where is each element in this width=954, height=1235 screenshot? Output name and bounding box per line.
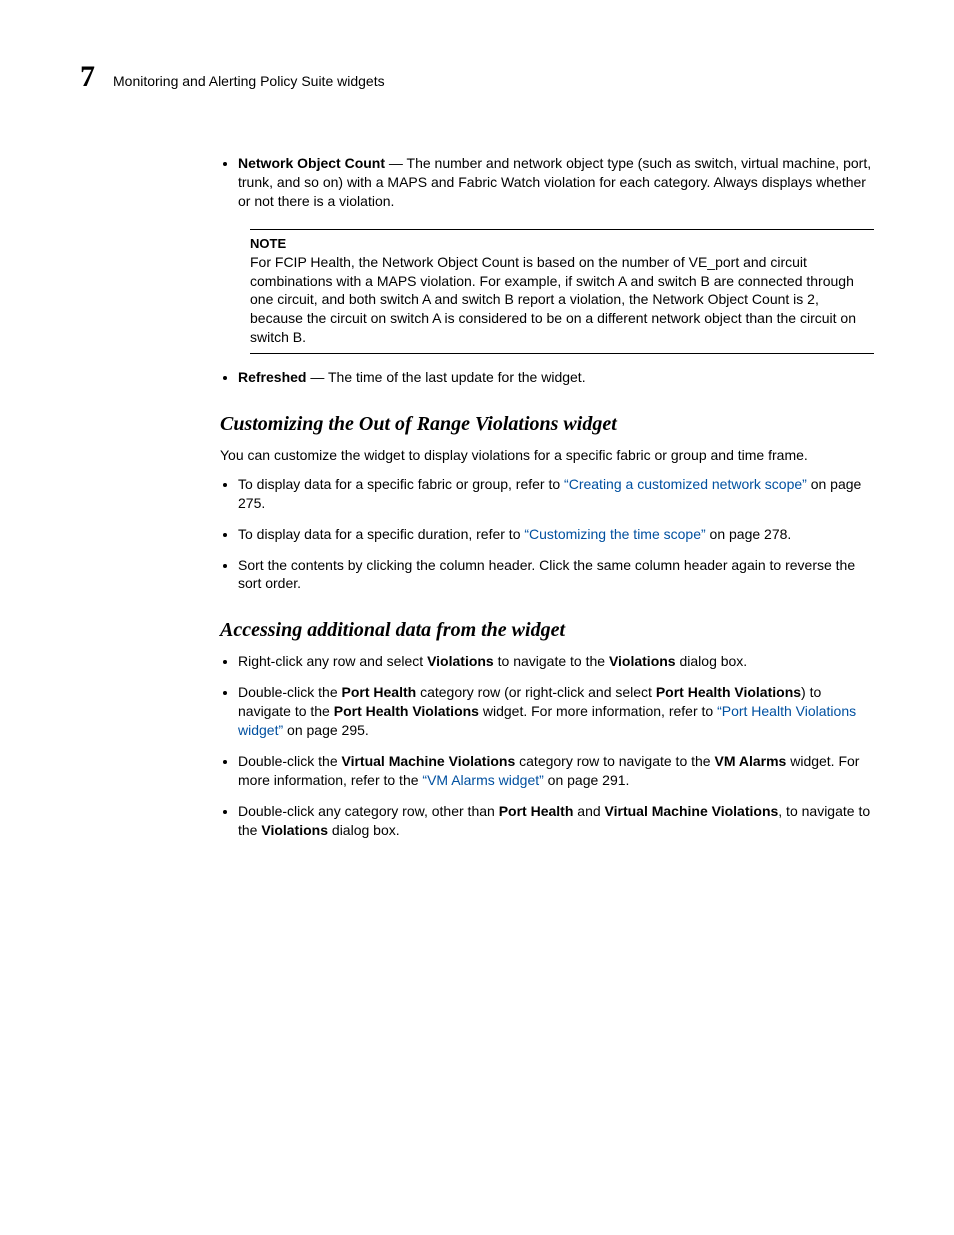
term: Port Health Violations: [656, 684, 801, 700]
running-header: 7 Monitoring and Alerting Policy Suite w…: [80, 60, 874, 94]
body-list-after-note: Refreshed — The time of the last update …: [220, 368, 874, 387]
term: VM Alarms: [714, 753, 786, 769]
list-item: Double-click the Virtual Machine Violati…: [238, 752, 874, 790]
body-text: — The time of the last update for the wi…: [306, 369, 585, 385]
term: Virtual Machine Violations: [342, 753, 516, 769]
list-item: Sort the contents by clicking the column…: [238, 556, 874, 594]
section-heading-customizing: Customizing the Out of Range Violations …: [220, 413, 874, 436]
body-text: dialog box.: [676, 653, 748, 669]
body-text: and: [573, 803, 604, 819]
body-text: on page 291.: [544, 772, 630, 788]
term: Port Health: [342, 684, 417, 700]
chapter-number: 7: [80, 60, 95, 94]
term: Network Object Count: [238, 155, 385, 171]
body-text: to navigate to the: [494, 653, 609, 669]
body-text: To display data for a specific fabric or…: [238, 476, 564, 492]
link-creating-customized-network-scope[interactable]: “Creating a customized network scope”: [564, 476, 807, 492]
list-item: To display data for a specific fabric or…: [238, 475, 874, 513]
term: Violations: [609, 653, 676, 669]
list-item: Double-click any category row, other tha…: [238, 802, 874, 840]
body-text: Right-click any row and select: [238, 653, 427, 669]
body-text: widget. For more information, refer to: [479, 703, 717, 719]
list-item: Double-click the Port Health category ro…: [238, 683, 874, 740]
body-text: category row (or right-click and select: [416, 684, 656, 700]
note-box: NOTE For FCIP Health, the Network Object…: [250, 229, 874, 354]
header-title: Monitoring and Alerting Policy Suite wid…: [113, 73, 385, 89]
section1-list: To display data for a specific fabric or…: [220, 475, 874, 593]
body-text: Sort the contents by clicking the column…: [238, 557, 855, 592]
section2-list: Right-click any row and select Violation…: [220, 652, 874, 839]
body-text: Double-click any category row, other tha…: [238, 803, 499, 819]
body-text: on page 295.: [283, 722, 369, 738]
section-heading-accessing: Accessing additional data from the widge…: [220, 619, 874, 642]
term: Port Health Violations: [334, 703, 479, 719]
term: Virtual Machine Violations: [605, 803, 779, 819]
body-list-top: Network Object Count — The number and ne…: [220, 154, 874, 211]
term: Violations: [427, 653, 494, 669]
term: Violations: [261, 822, 328, 838]
link-customizing-time-scope[interactable]: “Customizing the time scope”: [524, 526, 705, 542]
term: Refreshed: [238, 369, 306, 385]
body-text: Double-click the: [238, 684, 342, 700]
body-text: category row to navigate to the: [515, 753, 714, 769]
list-item: Right-click any row and select Violation…: [238, 652, 874, 671]
body-text: Double-click the: [238, 753, 342, 769]
list-item: Network Object Count — The number and ne…: [238, 154, 874, 211]
term: Port Health: [499, 803, 574, 819]
body-text: You can customize the widget to display …: [220, 446, 874, 465]
link-vm-alarms-widget[interactable]: “VM Alarms widget”: [422, 772, 543, 788]
body-text: on page 278.: [706, 526, 792, 542]
body-text: dialog box.: [328, 822, 400, 838]
list-item: Refreshed — The time of the last update …: [238, 368, 874, 387]
note-body: For FCIP Health, the Network Object Coun…: [250, 253, 874, 347]
page: 7 Monitoring and Alerting Policy Suite w…: [0, 0, 954, 917]
note-heading: NOTE: [250, 236, 874, 251]
list-item: To display data for a specific duration,…: [238, 525, 874, 544]
body-text: To display data for a specific duration,…: [238, 526, 524, 542]
content-area: Network Object Count — The number and ne…: [220, 154, 874, 839]
